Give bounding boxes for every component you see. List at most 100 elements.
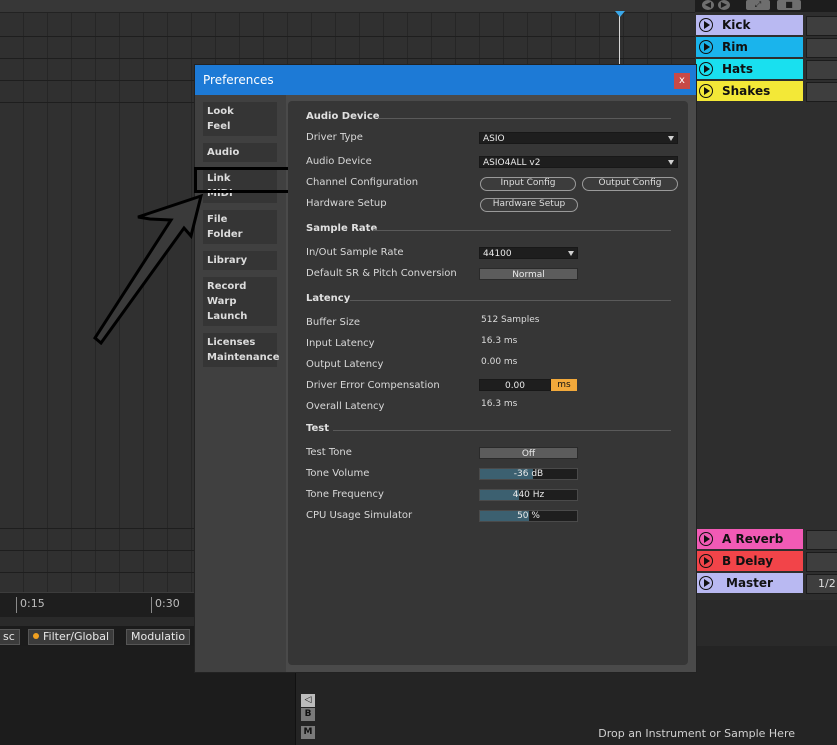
device-tab-label: Modulatio xyxy=(131,630,186,643)
master-side-value: 1/2 xyxy=(818,577,836,590)
track-b-delay[interactable]: B Delay xyxy=(696,551,803,571)
sample-rate-label: In/Out Sample Rate xyxy=(306,247,404,258)
device-tab-modulation[interactable]: Modulatio xyxy=(126,629,191,645)
track-shakes[interactable]: Shakes xyxy=(696,81,803,101)
output-config-button[interactable]: Output Config xyxy=(582,177,678,191)
tab-look-feel[interactable]: Look Feel xyxy=(203,102,277,136)
tab-label: Feel xyxy=(207,121,231,132)
track-control[interactable] xyxy=(806,38,837,58)
pitch-conversion-select[interactable]: Normal xyxy=(479,268,578,280)
section-header: Latency xyxy=(306,293,351,304)
forward-icon[interactable]: ▶ xyxy=(718,0,730,10)
audio-device-select[interactable]: ASIO4ALL v2 xyxy=(479,156,678,168)
track-control[interactable] xyxy=(806,530,837,550)
back-icon[interactable]: ◀ xyxy=(702,0,714,10)
slider-value: 440 Hz xyxy=(512,490,545,500)
slider-value: 50 % xyxy=(517,511,540,521)
overall-latency-value: 16.3 ms xyxy=(481,399,518,409)
tone-frequency-label: Tone Frequency xyxy=(306,489,384,500)
scrub-area[interactable] xyxy=(0,0,695,13)
input-latency-label: Input Latency xyxy=(306,338,375,349)
track-control[interactable] xyxy=(806,82,837,102)
play-icon[interactable] xyxy=(699,532,713,546)
play-icon[interactable] xyxy=(699,18,713,32)
driver-error-input[interactable]: 0.00 xyxy=(479,379,551,391)
expand-icon[interactable]: ⤢ xyxy=(746,0,770,10)
section-divider xyxy=(333,430,671,431)
tone-frequency-slider[interactable]: 440 Hz xyxy=(479,489,578,501)
track-label: Shakes xyxy=(722,84,771,98)
b-button[interactable]: B xyxy=(301,708,315,721)
section-header: Sample Rate xyxy=(306,223,378,234)
device-tab-filter[interactable]: Filter/Global xyxy=(28,629,115,645)
chevron-down-icon xyxy=(568,251,574,256)
tab-label: Library xyxy=(207,255,248,266)
tab-record-warp-launch[interactable]: Record Warp Launch xyxy=(203,277,277,326)
track-hats[interactable]: Hats xyxy=(696,59,803,79)
section-header: Test xyxy=(306,423,330,434)
select-value: 44100 xyxy=(483,249,512,259)
close-icon[interactable]: x xyxy=(674,73,690,89)
test-tone-toggle[interactable]: Off xyxy=(479,447,578,459)
annotation-arrow-icon xyxy=(93,193,204,345)
buffer-size-value[interactable]: 512 Samples xyxy=(481,315,539,325)
track-label: Kick xyxy=(722,18,751,32)
sample-rate-select[interactable]: 44100 xyxy=(479,247,578,259)
track-label: Rim xyxy=(722,40,748,54)
output-latency-value: 0.00 ms xyxy=(481,357,518,367)
tab-label: Look xyxy=(207,106,234,117)
hardware-setup-button[interactable]: Hardware Setup xyxy=(480,198,578,212)
tab-audio[interactable]: Audio xyxy=(203,143,277,162)
test-tone-label: Test Tone xyxy=(306,447,352,458)
output-latency-label: Output Latency xyxy=(306,359,384,370)
track-control[interactable] xyxy=(806,552,837,572)
tab-label: Maintenance xyxy=(207,352,280,363)
track-a-reverb[interactable]: A Reverb xyxy=(696,529,803,549)
lock-icon[interactable]: ■ xyxy=(777,0,801,10)
collapse-arrow-icon[interactable]: ◁ xyxy=(301,694,315,707)
driver-type-select[interactable]: ASIO xyxy=(479,132,678,144)
cpu-usage-slider[interactable]: 50 % xyxy=(479,510,578,522)
tab-label: File xyxy=(207,214,228,225)
track-label: Hats xyxy=(722,62,754,76)
top-toolbar: ◀ ▶ ⤢ ■ xyxy=(695,0,837,12)
play-icon[interactable] xyxy=(699,84,713,98)
tab-label: Audio xyxy=(207,147,240,158)
lane-divider xyxy=(0,58,695,59)
track-control[interactable] xyxy=(806,60,837,80)
driver-error-label: Driver Error Compensation xyxy=(306,380,440,391)
play-icon[interactable] xyxy=(699,576,713,590)
tab-licenses-maintenance[interactable]: Licenses Maintenance xyxy=(203,333,280,367)
input-config-button[interactable]: Input Config xyxy=(480,177,576,191)
tab-file-folder[interactable]: File Folder xyxy=(203,210,277,244)
track-rim[interactable]: Rim xyxy=(696,37,803,57)
preferences-dialog: Preferences x Look Feel Audio Link MIDI … xyxy=(194,64,697,673)
play-icon[interactable] xyxy=(699,554,713,568)
device-tab-label: sc xyxy=(3,630,15,643)
play-icon[interactable] xyxy=(699,40,713,54)
device-dot-icon xyxy=(33,633,39,639)
play-icon[interactable] xyxy=(699,62,713,76)
playhead-marker-icon[interactable] xyxy=(615,11,625,17)
device-tab-osc[interactable]: sc xyxy=(0,629,20,645)
section-divider xyxy=(373,230,671,231)
preferences-sidebar: Look Feel Audio Link MIDI File Folder Li… xyxy=(194,95,292,672)
track-kick[interactable]: Kick xyxy=(696,15,803,35)
m-button[interactable]: M xyxy=(301,726,315,739)
audio-device-label: Audio Device xyxy=(306,156,372,167)
chevron-down-icon xyxy=(668,136,674,141)
time-mark: 0:30 xyxy=(151,597,180,613)
default-sr-label: Default SR & Pitch Conversion xyxy=(306,268,457,279)
tone-volume-label: Tone Volume xyxy=(306,468,370,479)
ms-unit-button[interactable]: ms xyxy=(551,379,577,391)
tone-volume-slider[interactable]: -36 dB xyxy=(479,468,578,480)
track-label: Master xyxy=(726,576,773,590)
cpu-sim-label: CPU Usage Simulator xyxy=(306,510,413,521)
tab-label: Folder xyxy=(207,229,243,240)
tab-library[interactable]: Library xyxy=(203,251,277,270)
driver-type-label: Driver Type xyxy=(306,132,363,143)
track-control[interactable] xyxy=(806,16,837,36)
tab-label: Record xyxy=(207,281,247,292)
track-master[interactable]: Master xyxy=(696,573,803,593)
select-value: ASIO4ALL v2 xyxy=(483,158,541,168)
